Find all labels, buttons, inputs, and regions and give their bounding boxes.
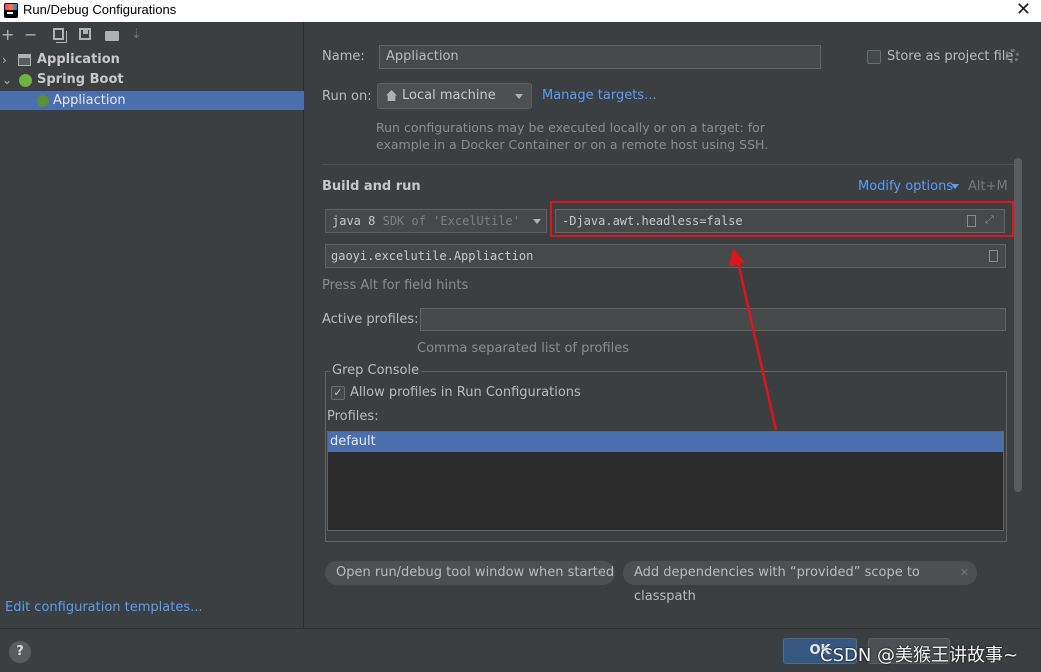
save-icon[interactable]	[79, 28, 91, 40]
intellij-logo-icon	[4, 3, 18, 18]
name-label: Name:	[322, 49, 365, 64]
document-icon[interactable]	[989, 250, 998, 262]
run-on-select[interactable]: Local machine	[377, 83, 532, 109]
allow-profiles-label: Allow profiles in Run Configurations	[350, 385, 581, 400]
close-icon[interactable]: ✕	[960, 561, 969, 585]
gear-icon[interactable]	[1005, 49, 1019, 63]
jdk-sdk-text: SDK of 'ExcelUtile' m	[382, 214, 535, 228]
option-chip-add-dependencies[interactable]: Add dependencies with “provided” scope t…	[623, 561, 977, 604]
build-and-run-title: Build and run	[322, 179, 421, 194]
expand-arrow-icon[interactable]: ›	[2, 50, 7, 70]
help-icon[interactable]: ?	[9, 641, 31, 663]
watermark-text: CSDN @美猴王讲故事~	[820, 645, 1019, 666]
store-as-project-file-checkbox[interactable]	[867, 50, 881, 64]
divider	[322, 164, 1022, 165]
manage-targets-link[interactable]: Manage targets...	[542, 88, 656, 103]
application-icon	[18, 54, 31, 66]
modify-options-shortcut: Alt+M	[968, 179, 1008, 194]
window-title: Run/Debug Configurations	[23, 2, 177, 17]
folder-icon[interactable]	[105, 31, 119, 41]
active-profiles-input[interactable]	[420, 308, 1006, 331]
chip-label: Open run/debug tool window when started	[336, 565, 615, 580]
chip-label: Add dependencies with “provided” scope t…	[634, 565, 920, 604]
run-on-label: Run on:	[322, 89, 372, 104]
dialog-footer: ? OK CSDN @美猴王讲故事~	[0, 628, 1041, 672]
collapse-arrow-icon[interactable]: ⌄	[2, 70, 12, 90]
annotation-highlight-box	[550, 201, 1014, 237]
sort-icon: ⇣	[131, 27, 142, 42]
active-profiles-label: Active profiles:	[322, 312, 419, 327]
copy-icon[interactable]	[53, 28, 64, 40]
scrollbar[interactable]	[1014, 158, 1022, 492]
tree-item-appliaction[interactable]: Appliaction	[0, 91, 304, 110]
tree-item-spring-boot[interactable]: ⌄ Spring Boot	[0, 70, 304, 90]
configurations-sidebar: + − ⇣ › Application ⌄ Spring Boot Applia…	[0, 22, 304, 628]
run-on-hint-line: Run configurations may be executed local…	[376, 120, 765, 135]
store-as-project-file-label: Store as project file	[887, 49, 1014, 64]
tree-item-label: Application	[37, 52, 120, 67]
run-on-value: Local machine	[402, 88, 496, 103]
chevron-down-icon[interactable]	[951, 184, 959, 189]
remove-icon[interactable]: −	[24, 27, 38, 43]
active-profiles-hint: Comma separated list of profiles	[417, 341, 629, 356]
window-title-bar: Run/Debug Configurations ✕	[0, 0, 1041, 22]
tree-item-label: Appliaction	[53, 93, 126, 108]
chevron-down-icon	[533, 219, 541, 224]
chevron-down-icon	[515, 94, 523, 99]
allow-profiles-checkbox[interactable]: ✓	[331, 386, 345, 400]
run-on-hint: Run configurations may be executed local…	[376, 119, 776, 153]
profiles-list[interactable]: default	[327, 431, 1004, 531]
jdk-select[interactable]: java 8 SDK of 'ExcelUtile' m	[325, 209, 547, 233]
sidebar-toolbar: + − ⇣	[0, 22, 303, 50]
add-icon[interactable]: +	[1, 27, 15, 43]
profiles-label: Profiles:	[327, 409, 379, 424]
run-on-hint-line: example in a Docker Container or on a re…	[376, 137, 769, 152]
close-icon[interactable]: ✕	[598, 561, 607, 585]
spring-boot-run-icon	[37, 95, 49, 107]
spring-boot-icon	[19, 74, 32, 87]
tree-item-label: Spring Boot	[37, 72, 124, 87]
main-class-value: gaoyi.excelutile.Appliaction	[331, 249, 534, 263]
name-input[interactable]: Appliaction	[379, 45, 821, 69]
close-icon[interactable]: ✕	[1016, 0, 1031, 20]
grep-console-title: Grep Console	[330, 363, 422, 378]
jdk-version: java 8	[332, 214, 376, 228]
option-chip-open-tool-window[interactable]: Open run/debug tool window when started …	[325, 561, 615, 585]
tree-item-application[interactable]: › Application	[0, 50, 304, 70]
configuration-editor: Name: Appliaction Store as project file …	[305, 22, 1041, 628]
field-hints-text: Press Alt for field hints	[322, 278, 469, 293]
home-icon	[386, 90, 397, 101]
list-item[interactable]: default	[328, 432, 1003, 452]
edit-templates-link[interactable]: Edit configuration templates...	[5, 600, 203, 615]
main-class-input[interactable]: gaoyi.excelutile.Appliaction	[325, 244, 1006, 268]
modify-options-link[interactable]: Modify options	[858, 179, 953, 194]
